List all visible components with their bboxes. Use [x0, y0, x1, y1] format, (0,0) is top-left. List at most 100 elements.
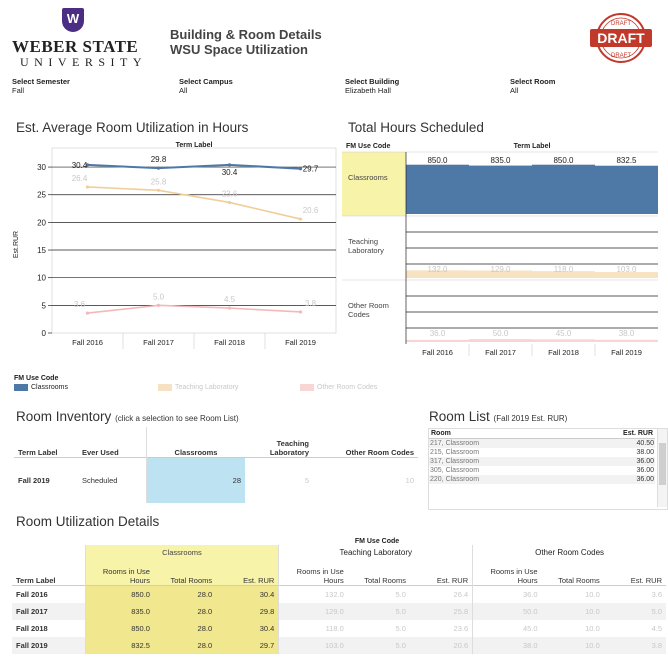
filter-semester[interactable]: Select Semester Fall	[12, 77, 70, 95]
details-col-hours: Rooms in Use Hours	[84, 559, 154, 585]
details-header-term: Term Label	[16, 575, 56, 585]
filter-value[interactable]: All	[179, 86, 233, 95]
details-cell-hours: 103.0	[278, 636, 348, 654]
room-list-row[interactable]: 217, Classroom 40.50	[429, 438, 655, 448]
inv-header-classrooms: Classrooms	[146, 427, 245, 457]
details-col-rooms: Total Rooms	[153, 559, 217, 585]
details-row[interactable]: Fall 2018 850.0 28.0 30.4 118.0 5.0 23.6 45.0 10…	[12, 619, 666, 637]
room-list-row[interactable]: 215, Classroom 38.00	[429, 448, 655, 457]
room-list-room: 317, Classroom	[430, 457, 480, 465]
room-list-row[interactable]: 220, Classroom 36.00	[429, 474, 655, 484]
room-list-panel: Room Est. RUR 217, Classroom 40.50 215, C…	[428, 428, 668, 510]
room-list-title: Room List (Fall 2019 Est. RUR)	[429, 409, 567, 424]
details-col-rooms: Total Rooms	[364, 575, 406, 585]
bar-x-tick-label: Fall 2018	[548, 348, 579, 356]
details-cell-hours: 129.0	[278, 602, 348, 620]
details-cell-hours: 832.5	[84, 636, 154, 654]
line-series-0	[87, 163, 301, 170]
details-cell-rur: 5.0	[651, 606, 662, 616]
legend-title: FM Use Code	[14, 375, 59, 382]
room-list-rur: 38.00	[636, 448, 654, 456]
details-cell-rooms: 28.0	[153, 602, 217, 620]
room-list-title-text: Room List	[429, 409, 490, 424]
line-point	[156, 166, 161, 170]
line-point	[298, 167, 303, 171]
room-list-scrollbar[interactable]	[657, 429, 667, 507]
line-data-label: 3.8	[305, 299, 317, 308]
details-cell-hours: 50.0	[472, 602, 542, 620]
line-series-1	[87, 186, 301, 220]
bar-chart[interactable]: FM Use Code Term Label Classrooms 850.0 835.…	[342, 138, 660, 356]
legend-item-other-room-codes[interactable]: Other Room Codes	[300, 384, 377, 391]
line-y-tick-label: 20	[37, 218, 46, 227]
inv-header-other: Other Room Codes	[345, 447, 414, 457]
line-point	[156, 303, 161, 307]
inv-classrooms-count[interactable]: 28	[146, 457, 245, 503]
room-list-header-rur: Est. RUR	[623, 429, 653, 437]
line-chart-header: Term Label	[176, 142, 213, 149]
filter-value[interactable]: Fall	[12, 86, 70, 95]
bar-data-label: 129.0	[490, 265, 511, 274]
wsu-logo-shield: W	[62, 8, 84, 32]
bar-mark	[532, 164, 595, 214]
details-cell-rooms: 10.0	[585, 606, 600, 616]
line-data-label: 25.8	[151, 177, 167, 186]
filter-room[interactable]: Select Room All	[510, 77, 555, 95]
bar-data-label: 50.0	[493, 329, 509, 338]
filter-value[interactable]: All	[510, 86, 555, 95]
inv-teaching-lab-count[interactable]: 5	[245, 457, 313, 503]
room-list-row[interactable]: 305, Classroom 36.00	[429, 466, 655, 475]
room-list-room: 305, Classroom	[430, 466, 480, 474]
line-y-tick-label: 15	[37, 246, 46, 255]
details-cell-rur: 25.8	[453, 606, 469, 616]
bar-row-highlight	[342, 152, 406, 216]
inv-other-count[interactable]: 10	[313, 457, 418, 503]
details-cell-rooms: 28.0	[153, 636, 217, 654]
details-group-other: Other Room Codes	[472, 545, 666, 559]
room-list-table: Room Est. RUR 217, Classroom 40.50 215, C…	[429, 429, 655, 484]
line-y-axis-label: Est.RUR	[13, 231, 20, 258]
logo-name: WEBER STATE	[12, 37, 139, 56]
inv-header-teaching-lab: Teaching Laboratory	[269, 438, 309, 457]
bar-data-label: 850.0	[427, 156, 448, 165]
details-cell-rur: 20.6	[453, 640, 469, 650]
details-row[interactable]: Fall 2016 850.0 28.0 30.4 132.0 5.0 26.4 36.0 10…	[12, 585, 666, 603]
room-list-room: 220, Classroom	[430, 475, 480, 483]
details-cell-rur: 29.8	[216, 602, 279, 620]
details-term: Fall 2018	[16, 623, 48, 633]
filter-campus[interactable]: Select Campus All	[179, 77, 233, 95]
legend-item-classrooms[interactable]: Classrooms	[14, 384, 68, 391]
page-subtitle: WSU Space Utilization	[170, 42, 308, 57]
room-list-row[interactable]: 317, Classroom 36.00	[429, 456, 655, 466]
line-point	[85, 311, 90, 315]
bar-data-label: 36.0	[430, 329, 446, 338]
draft-stamp-small-bottom: DRAFT	[611, 53, 631, 59]
line-point	[298, 310, 303, 314]
details-row[interactable]: Fall 2017 835.0 28.0 29.8 129.0 5.0 25.8 50.0 10…	[12, 602, 666, 620]
details-cell-rooms: 28.0	[153, 619, 217, 637]
line-x-tick-label: Fall 2017	[143, 338, 174, 347]
line-point	[227, 306, 232, 310]
details-col-rooms: Total Rooms	[558, 575, 600, 585]
filter-value[interactable]: Elizabeth Hall	[345, 86, 399, 95]
legend-swatch	[158, 384, 172, 391]
inv-ever-used: Scheduled	[82, 475, 118, 485]
room-list-rur: 40.50	[636, 439, 654, 447]
details-row[interactable]: Fall 2019 832.5 28.0 29.7 103.0 5.0 20.6 38.0 10…	[12, 636, 666, 654]
line-chart[interactable]: Term Label Est.RUR 0 5 10 15 20 25 30 Fall 2016 Fa…	[8, 138, 338, 356]
line-data-label: 30.4	[222, 168, 238, 177]
legend: FM Use Code	[14, 375, 58, 382]
inv-header-term: Term Label	[18, 447, 58, 457]
room-list-rur: 36.00	[636, 466, 654, 474]
line-point	[156, 188, 161, 192]
details-group-classrooms: Classrooms	[84, 545, 279, 559]
details-term: Fall 2016	[16, 589, 48, 599]
filter-building[interactable]: Select Building Elizabeth Hall	[345, 77, 399, 95]
legend-item-teaching-laboratory[interactable]: Teaching Laboratory	[158, 384, 238, 391]
bar-mark	[469, 165, 532, 214]
room-inventory-subtitle: (click a selection to see Room List)	[115, 414, 239, 423]
room-list-rur: 36.00	[636, 475, 654, 483]
inv-term: Fall 2019	[18, 475, 50, 485]
draft-stamp-text: DRAFT	[597, 30, 645, 46]
room-list-scrollbar-thumb[interactable]	[659, 443, 666, 485]
